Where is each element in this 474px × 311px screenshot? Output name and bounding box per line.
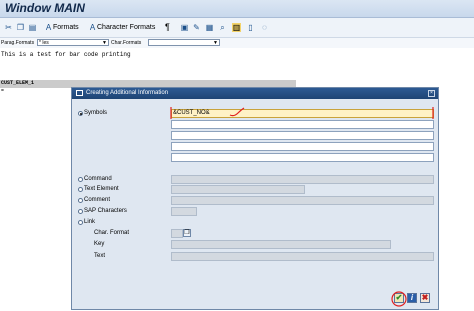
editor-line[interactable]: This is a test for bar code printing — [1, 51, 131, 58]
window-titlebar: Window MAIN — [0, 0, 474, 18]
sap-characters-label: SAP Characters — [84, 208, 127, 214]
symbols-input-1[interactable]: &CUST_NO& — [171, 109, 434, 118]
editor-equals: = — [1, 88, 4, 94]
edit-pencil-icon[interactable]: ✎ — [192, 21, 201, 33]
pilcrow-icon: ¶ — [165, 22, 170, 32]
text-field — [171, 252, 434, 261]
symbols-label: Symbols — [84, 110, 108, 116]
symbols-input-3[interactable] — [171, 131, 434, 140]
symbols-input-4[interactable] — [171, 142, 434, 151]
key-field — [171, 240, 391, 249]
text-element-label: Text Element — [84, 186, 119, 192]
text-element-field — [171, 185, 305, 194]
paragraph-formats-select[interactable]: * les ▼ — [37, 39, 109, 46]
character-formats-select[interactable]: ▼ — [148, 39, 220, 46]
editor-toolbar: ✂ ❐ ▤ A Formats A Character Formats ¶ ▣ … — [0, 18, 474, 38]
paragraph-formats-value: * les — [39, 40, 49, 46]
confirm-button[interactable]: ✔ — [394, 293, 404, 303]
window-icon — [76, 90, 83, 96]
chevron-down-icon: ▼ — [102, 40, 107, 46]
copy-icon[interactable]: ❐ — [16, 21, 25, 33]
creating-additional-information-dialog: Creating Additional Information × Symbol… — [71, 87, 439, 310]
sap-characters-radio[interactable] — [78, 209, 83, 214]
window-title: Window MAIN — [5, 1, 85, 15]
character-formats-icon: A — [89, 22, 96, 32]
command-label: Command — [84, 176, 112, 182]
comment-label: Comment — [84, 197, 111, 203]
comment-field — [171, 196, 434, 205]
page-icon[interactable]: ▯ — [246, 21, 255, 33]
paste-icon[interactable]: ▤ — [28, 21, 37, 33]
symbols-value: &CUST_NO& — [173, 110, 210, 116]
image-icon[interactable]: ▦ — [205, 21, 214, 33]
character-formats-select-label: Char.Formats — [111, 40, 142, 46]
key-label: Key — [94, 241, 105, 247]
help-icon[interactable]: ◌ — [260, 21, 269, 33]
dialog-titlebar: Creating Additional Information × — [72, 88, 438, 99]
cut-icon[interactable]: ✂ — [4, 21, 13, 33]
pilcrow-button[interactable]: ¶ — [165, 21, 170, 33]
format-icon[interactable]: ▥ — [232, 21, 241, 33]
char-format-label: Char. Format — [94, 230, 130, 236]
character-formats-button[interactable]: A Character Formats — [88, 21, 156, 33]
close-icon[interactable]: × — [428, 90, 435, 97]
cancel-button[interactable]: ✖ — [420, 293, 430, 303]
link-radio[interactable] — [78, 220, 83, 225]
command-radio[interactable] — [78, 177, 83, 182]
text-element-radio[interactable] — [78, 187, 83, 192]
dialog-title: Creating Additional Information — [86, 90, 169, 96]
character-formats-label: Character Formats — [97, 23, 156, 31]
sap-characters-field — [171, 207, 197, 216]
editor-band-text: CUST_ELEM_1 — [1, 80, 35, 86]
char-format-field — [171, 229, 183, 238]
symbols-input-2[interactable] — [171, 120, 434, 129]
char-format-lookup-icon[interactable]: ❐ — [183, 229, 191, 237]
paragraph-formats-label: Parag.Formats — [1, 40, 35, 46]
formats-icon: A — [45, 22, 52, 32]
info-button[interactable]: i — [407, 293, 417, 303]
text-label: Text — [94, 253, 106, 259]
chevron-down-icon: ▼ — [213, 40, 218, 46]
symbols-input-5[interactable] — [171, 153, 434, 162]
symbols-radio[interactable] — [78, 111, 83, 116]
format-bar: Parag.Formats * les ▼ Char.Formats ▼ — [0, 38, 474, 48]
insert-button[interactable]: ▣ — [180, 21, 189, 33]
link-label: Link — [84, 219, 96, 225]
formats-label: Formats — [53, 23, 79, 31]
find-icon[interactable]: ⌕ — [218, 21, 227, 33]
command-field — [171, 175, 434, 184]
formats-button[interactable]: A Formats — [44, 21, 79, 33]
comment-radio[interactable] — [78, 198, 83, 203]
